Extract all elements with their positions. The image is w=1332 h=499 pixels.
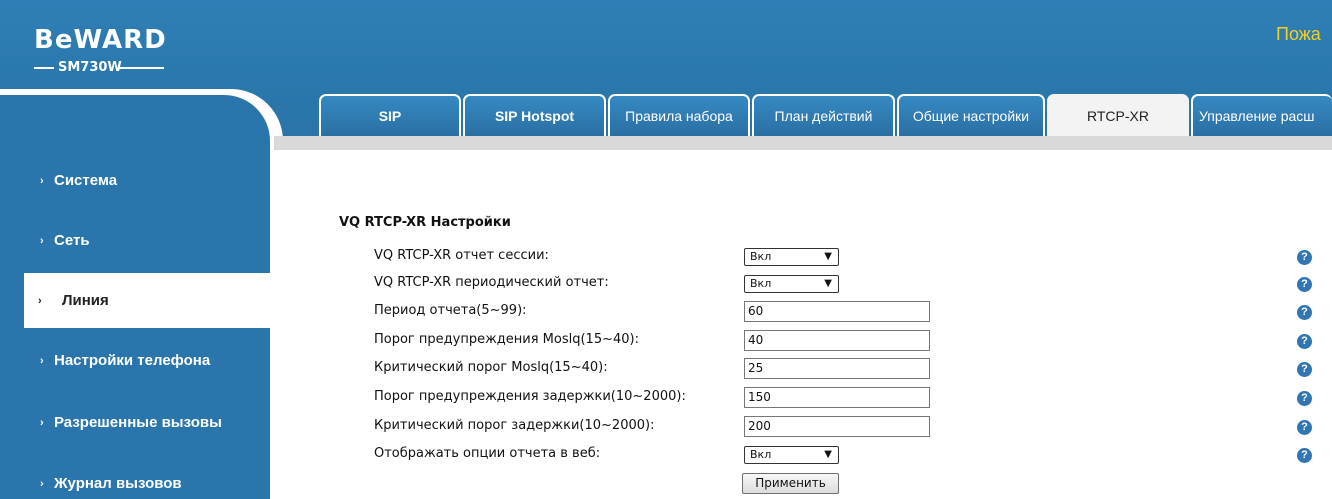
section-title: VQ RTCP-XR Настройки xyxy=(339,215,511,230)
tab-dial-rules[interactable]: Правила набора xyxy=(608,94,750,136)
form-row: Отображать опции отчета в веб: Вкл ▼ ? xyxy=(0,443,1332,469)
periodic-report-select[interactable]: Вкл ▼ xyxy=(744,275,839,293)
sidebar-item-label: Система xyxy=(54,172,118,189)
field-label: VQ RTCP-XR отчет сессии: xyxy=(374,248,549,263)
tab-sip-hotspot[interactable]: SIP Hotspot xyxy=(463,94,606,136)
web-report-options-select[interactable]: Вкл ▼ xyxy=(744,446,839,464)
help-icon[interactable]: ? xyxy=(1297,362,1312,377)
sidebar-item-system[interactable]: › Система xyxy=(40,172,117,189)
help-icon[interactable]: ? xyxy=(1297,448,1312,463)
field-label: Отображать опции отчета в веб: xyxy=(374,446,601,461)
tab-label: Общие настройки xyxy=(912,108,1030,124)
help-icon[interactable]: ? xyxy=(1297,391,1312,406)
tab-rtcp-xr[interactable]: RTCP-XR xyxy=(1047,94,1189,136)
select-value: Вкл xyxy=(750,250,772,263)
logo: BeWARD SM730W xyxy=(34,26,167,76)
form-row: Критический порог Moslq(15~40): 25 ? xyxy=(0,357,1332,383)
field-label: VQ RTCP-XR периодический отчет: xyxy=(374,275,609,290)
welcome-text: Пожа xyxy=(1276,24,1321,44)
field-label: Порог предупреждения Moslq(15~40): xyxy=(374,332,639,347)
form-row: Порог предупреждения Moslq(15~40): 40 ? xyxy=(0,329,1332,355)
model-label: SM730W xyxy=(34,60,166,76)
moslq-critical-input[interactable]: 25 xyxy=(744,358,930,379)
delay-critical-input[interactable]: 200 xyxy=(744,416,930,437)
help-icon[interactable]: ? xyxy=(1297,250,1312,265)
select-value: Вкл xyxy=(750,448,772,461)
chevron-right-icon: › xyxy=(40,174,44,187)
moslq-warning-input[interactable]: 40 xyxy=(744,330,930,351)
form-row: Период отчета(5~99): 60 ? xyxy=(0,300,1332,326)
tab-label: Управление расш xyxy=(1199,108,1315,124)
form-row: Порог предупреждения задержки(10~2000): … xyxy=(0,386,1332,412)
help-icon[interactable]: ? xyxy=(1297,277,1312,292)
chevron-right-icon: › xyxy=(40,477,44,490)
tab-extension-management[interactable]: Управление расш xyxy=(1191,94,1332,136)
form-row: VQ RTCP-XR периодический отчет: Вкл ▼ ? xyxy=(0,272,1332,298)
tab-underline xyxy=(274,136,1332,150)
session-report-select[interactable]: Вкл ▼ xyxy=(744,248,839,266)
tab-action-plan[interactable]: План действий xyxy=(752,94,895,136)
form-row: Критический порог задержки(10~2000): 200… xyxy=(0,415,1332,441)
apply-button[interactable]: Применить xyxy=(742,473,839,494)
report-period-input[interactable]: 60 xyxy=(744,301,930,322)
help-icon[interactable]: ? xyxy=(1297,334,1312,349)
help-icon[interactable]: ? xyxy=(1297,420,1312,435)
sidebar-item-call-log[interactable]: › Журнал вызовов xyxy=(40,475,182,492)
chevron-down-icon: ▼ xyxy=(824,278,832,289)
logo-text: BeWARD xyxy=(34,25,167,55)
tab-label: Правила набора xyxy=(625,108,733,124)
tab-general-settings[interactable]: Общие настройки xyxy=(897,94,1045,136)
field-label: Период отчета(5~99): xyxy=(374,303,527,318)
tab-label: План действий xyxy=(774,108,873,124)
chevron-down-icon: ▼ xyxy=(824,449,832,460)
chevron-down-icon: ▼ xyxy=(824,251,832,262)
field-label: Критический порог Moslq(15~40): xyxy=(374,360,608,375)
model-text: SM730W xyxy=(58,60,122,75)
field-label: Порог предупреждения задержки(10~2000): xyxy=(374,389,686,404)
tab-label: RTCP-XR xyxy=(1087,108,1149,124)
tab-label: SIP xyxy=(378,108,402,124)
help-icon[interactable]: ? xyxy=(1297,305,1312,320)
field-label: Критический порог задержки(10~2000): xyxy=(374,418,655,433)
delay-warning-input[interactable]: 150 xyxy=(744,387,930,408)
form-row: VQ RTCP-XR отчет сессии: Вкл ▼ ? xyxy=(0,245,1332,271)
select-value: Вкл xyxy=(750,277,772,290)
tab-sip[interactable]: SIP xyxy=(319,94,461,136)
tab-label: SIP Hotspot xyxy=(494,108,575,124)
sidebar-item-label: Журнал вызовов xyxy=(54,475,182,492)
